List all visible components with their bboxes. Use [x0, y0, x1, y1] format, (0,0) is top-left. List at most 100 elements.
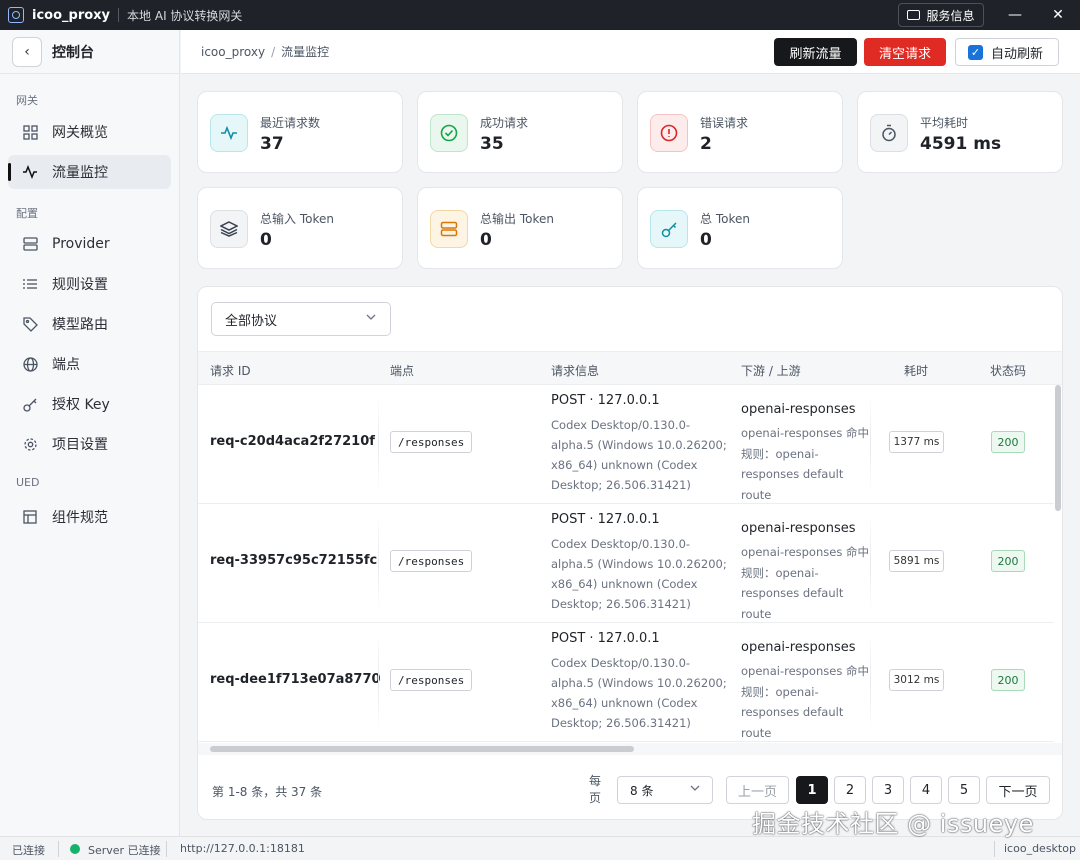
pagination-info: 第 1-8 条，共 37 条: [212, 785, 323, 799]
page-button-2[interactable]: 2: [834, 776, 866, 804]
request-id: req-33957c95c72155fc: [210, 553, 378, 568]
stat-card-success-requests: 成功请求 35: [417, 91, 623, 173]
upstream-name: openai-responses: [741, 402, 856, 417]
stat-label: 总 Token: [700, 212, 750, 226]
stat-value: 0: [480, 230, 492, 250]
requests-panel: 全部协议 请求 ID 端点 请求信息 下游 / 上游 耗时 状态码 req-c2…: [197, 286, 1063, 820]
activity-icon: [22, 164, 38, 180]
prev-page-button[interactable]: 上一页: [726, 776, 789, 804]
minimize-icon: —: [1008, 7, 1022, 23]
gear-icon: [22, 436, 38, 452]
request-info-title: POST · 127.0.0.1: [551, 512, 660, 527]
stat-label: 总输出 Token: [480, 212, 554, 226]
per-page-select[interactable]: 8 条: [617, 776, 713, 804]
sidebar-item-project-settings[interactable]: 项目设置: [8, 427, 171, 461]
upstream-detail: openai-responses 命中规则：openai-responses d…: [741, 426, 869, 502]
chevron-down-icon: [690, 783, 700, 794]
sidebar-item-auth-key[interactable]: 授权 Key: [8, 387, 171, 421]
checkbox-checked-icon[interactable]: ✓: [968, 44, 983, 60]
close-button[interactable]: ✕: [1041, 0, 1075, 30]
app-identifier: icoo_desktop: [1004, 842, 1076, 855]
service-info-button[interactable]: 服务信息: [898, 3, 984, 27]
column-header-duration: 耗时: [904, 364, 929, 378]
grid-icon: [22, 124, 38, 140]
request-info-detail: Codex Desktop/0.130.0-alpha.5 (Windows 1…: [551, 537, 727, 611]
stat-value: 2: [700, 134, 712, 154]
page-button-4[interactable]: 4: [910, 776, 942, 804]
group-label-config: 配置: [16, 207, 38, 220]
status-dot-icon: [70, 844, 80, 854]
request-id: req-dee1f713e07a8770: [210, 672, 381, 687]
monitor-icon: [907, 10, 921, 20]
breadcrumb: icoo_proxy / 流量监控: [201, 45, 330, 59]
next-page-button[interactable]: 下一页: [986, 776, 1050, 804]
horizontal-scrollbar-track[interactable]: [198, 743, 1062, 755]
stat-card-recent-requests: 最近请求数 37: [197, 91, 403, 173]
upstream-detail: openai-responses 命中规则：openai-responses d…: [741, 545, 869, 621]
sidebar-item-provider[interactable]: Provider: [8, 227, 171, 261]
key-icon: [22, 396, 38, 412]
column-header-request-info: 请求信息: [551, 364, 600, 378]
globe-icon: [22, 356, 38, 372]
watermark: 掘金技术社区 @ issueye: [752, 810, 1034, 838]
sidebar-item-traffic-monitor[interactable]: 流量监控: [8, 155, 171, 189]
sidebar-item-components[interactable]: 组件规范: [8, 500, 171, 534]
minimize-button[interactable]: —: [998, 0, 1032, 30]
endpoint-badge: /responses: [390, 669, 473, 691]
sidebar-item-gateway-overview[interactable]: 网关概览: [8, 115, 171, 149]
column-header-endpoint: 端点: [390, 364, 415, 378]
back-button[interactable]: ‹: [12, 36, 42, 67]
stat-card-output-tokens: 总输出 Token 0: [417, 187, 623, 269]
breadcrumb-root[interactable]: icoo_proxy: [201, 45, 265, 59]
table-row[interactable]: req-dee1f713e07a8770 /responses POST · 1…: [198, 623, 1054, 742]
stat-value: 35: [480, 134, 504, 154]
sidebar-header: ‹ 控制台: [0, 30, 179, 74]
sidebar-item-label: 组件规范: [52, 510, 108, 526]
sidebar-item-label: 项目设置: [52, 437, 108, 453]
chevron-left-icon: ‹: [24, 43, 30, 60]
vertical-scrollbar[interactable]: [1055, 385, 1061, 511]
stat-card-total-tokens: 总 Token 0: [637, 187, 843, 269]
stat-value: 37: [260, 134, 284, 154]
column-header-upstream: 下游 / 上游: [741, 364, 801, 378]
page-button-1[interactable]: 1: [796, 776, 828, 804]
auto-refresh-toggle[interactable]: ✓ 自动刷新: [955, 38, 1059, 66]
clear-requests-button[interactable]: 清空请求: [864, 38, 946, 66]
stat-value: 0: [700, 230, 712, 250]
request-info-title: POST · 127.0.0.1: [551, 393, 660, 408]
upstream-name: openai-responses: [741, 640, 856, 655]
refresh-traffic-button[interactable]: 刷新流量: [774, 38, 857, 66]
server-icon: [22, 236, 38, 252]
protocol-filter-value: 全部协议: [225, 313, 278, 329]
server-status: Server 已连接: [88, 844, 161, 857]
app-logo-icon: [8, 7, 24, 23]
key-icon: [650, 210, 688, 248]
sidebar-item-label: 流量监控: [52, 165, 108, 181]
request-info-title: POST · 127.0.0.1: [551, 631, 660, 646]
sidebar-item-rules[interactable]: 规则设置: [8, 267, 171, 301]
table-row[interactable]: req-33957c95c72155fc /responses POST · 1…: [198, 504, 1054, 623]
server-url: http://127.0.0.1:18181: [180, 842, 305, 855]
sidebar-item-endpoints[interactable]: 端点: [8, 347, 171, 381]
per-page-label: 每页: [589, 774, 602, 805]
sidebar-item-model-routing[interactable]: 模型路由: [8, 307, 171, 341]
database-icon: [430, 210, 468, 248]
duration-badge: 3012 ms: [889, 669, 944, 691]
request-info-detail: Codex Desktop/0.130.0-alpha.5 (Windows 1…: [551, 418, 727, 492]
sidebar-item-label: 规则设置: [52, 277, 108, 293]
per-page-value: 8 条: [630, 783, 654, 798]
protocol-filter-select[interactable]: 全部协议: [211, 302, 391, 336]
stat-label: 总输入 Token: [260, 212, 334, 226]
duration-badge: 5891 ms: [889, 550, 944, 572]
stat-label: 成功请求: [480, 116, 529, 130]
status-badge: 200: [991, 431, 1025, 453]
page-button-3[interactable]: 3: [872, 776, 904, 804]
request-info-detail: Codex Desktop/0.130.0-alpha.5 (Windows 1…: [551, 656, 727, 730]
table-row[interactable]: req-c20d4aca2f27210f /responses POST · 1…: [198, 385, 1054, 504]
page-button-5[interactable]: 5: [948, 776, 980, 804]
horizontal-scrollbar[interactable]: [210, 746, 634, 752]
status-badge: 200: [991, 669, 1025, 691]
stat-value: 4591 ms: [920, 134, 1002, 154]
stat-label: 最近请求数: [260, 116, 321, 130]
sidebar-item-label: 授权 Key: [52, 397, 110, 413]
